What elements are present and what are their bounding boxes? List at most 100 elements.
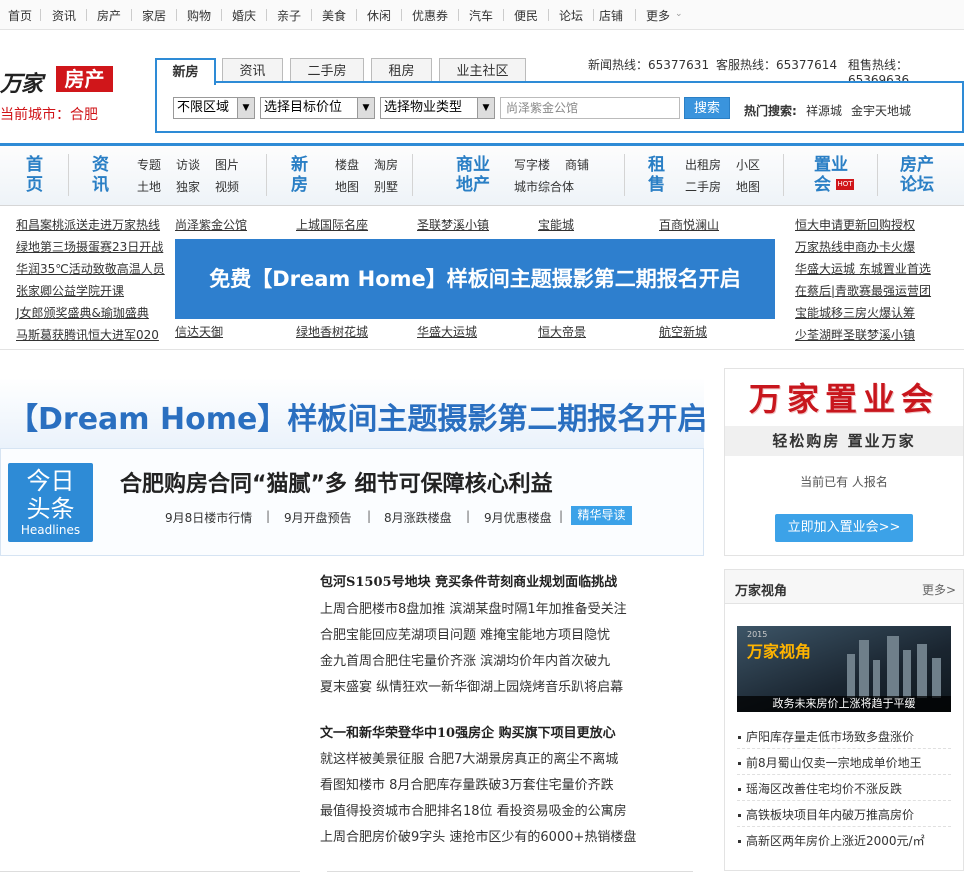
price-select[interactable]: 选择目标价位 ▼: [260, 97, 375, 119]
hot-search-link[interactable]: 金宇天地城: [851, 102, 911, 119]
channel-link[interactable]: 别墅: [374, 178, 398, 195]
channel-link[interactable]: 二手房: [685, 178, 721, 195]
divider: [624, 154, 625, 196]
topnav-item[interactable]: 婚庆: [232, 7, 256, 24]
channel-link[interactable]: 专题: [137, 156, 161, 173]
topnav-item[interactable]: 休闲: [367, 7, 391, 24]
channel-newhouse[interactable]: 新房: [291, 155, 308, 195]
news-link[interactable]: 少荃湖畔圣联梦溪小镇: [795, 326, 915, 343]
channel-commercial[interactable]: 商业 地产: [456, 155, 490, 195]
news-item[interactable]: 夏末盛宴 纵情狂欢一新华御湖上园烧烤音乐趴将启幕: [320, 676, 623, 695]
sub-headline-link[interactable]: 9月开盘预告: [284, 509, 352, 526]
news-link[interactable]: 和昌案桃派送走进万家热线: [16, 216, 160, 233]
news-item[interactable]: 就这样被美景征服 合肥7大湖景房真正的离尘不离城: [320, 748, 618, 767]
list-item[interactable]: 庐阳库存量走低市场致多盘涨价: [738, 728, 914, 745]
list-item[interactable]: 高铁板块项目年内破万推高房价: [738, 806, 914, 823]
project-link[interactable]: 上城国际名座: [296, 216, 368, 233]
news-item[interactable]: 上周合肥房价破9字头 速抢市区少有的6000+热销楼盘: [320, 826, 636, 845]
panel-title: 万家视角: [735, 584, 788, 599]
channel-newhouse-2: 房: [291, 175, 308, 195]
news-headline[interactable]: 文一和新华荣登华中10强房企 购买旗下项目更放心: [320, 722, 616, 741]
project-link[interactable]: 绿地香树花城: [296, 323, 368, 340]
project-link[interactable]: 航空新城: [659, 323, 707, 340]
channel-link[interactable]: 楼盘: [335, 156, 359, 173]
news-link[interactable]: J女郎颁奖盛典&瑜珈盛典: [16, 304, 149, 321]
list-item[interactable]: 瑶海区改善住宅均价不涨反跌: [738, 780, 902, 797]
site-logo[interactable]: 万家 房产: [0, 66, 113, 97]
project-link[interactable]: 恒大帝景: [538, 323, 586, 340]
topnav-more[interactable]: 更多: [646, 7, 670, 24]
channel-link[interactable]: 地图: [736, 178, 760, 195]
topnav-item[interactable]: 资讯: [52, 7, 76, 24]
hot-search-link[interactable]: 祥源城: [806, 102, 842, 119]
project-link[interactable]: 宝能城: [538, 216, 574, 233]
news-item[interactable]: 看图知楼市 8月合肥库存量跌破3万套住宅量价齐跌: [320, 774, 614, 793]
topnav-item[interactable]: 房产: [97, 7, 121, 24]
more-link[interactable]: 更多>: [922, 581, 956, 598]
news-item[interactable]: 金九首周合肥住宅量价齐涨 滨湖均价年内首次破九: [320, 650, 610, 669]
list-item[interactable]: 高新区两年房价上涨近2000元/㎡: [738, 832, 925, 849]
channel-link[interactable]: 淘房: [374, 156, 398, 173]
channel-rent-sale[interactable]: 租售: [648, 155, 665, 195]
tab-newhouse[interactable]: 新房: [155, 58, 216, 85]
topnav-item[interactable]: 亲子: [277, 7, 301, 24]
sub-headline-link[interactable]: 9月优惠楼盘: [484, 509, 552, 526]
current-city[interactable]: 当前城市：合肥: [0, 104, 98, 124]
news-headline[interactable]: 包河S1505号地块 竞买条件苛刻商业规划面临挑战: [320, 571, 617, 590]
project-link[interactable]: 圣联梦溪小镇: [417, 216, 489, 233]
property-type-select[interactable]: 选择物业类型 ▼: [380, 97, 495, 119]
channel-home[interactable]: 首页: [26, 155, 43, 195]
headlines-logo-en: Headlines: [20, 523, 81, 537]
channel-forum[interactable]: 房产 论坛: [900, 155, 934, 195]
main-headline[interactable]: 合肥购房合同“猫腻”多 细节可保障核心利益: [120, 466, 553, 498]
news-item[interactable]: 最值得投资城市合肥排名18位 看投资易吸金的公寓房: [320, 800, 627, 819]
news-link[interactable]: 绿地第三场摄蛋赛23日开战: [16, 238, 163, 255]
channel-link[interactable]: 访谈: [176, 156, 200, 173]
news-item[interactable]: 上周合肥楼市8盘加推 滨湖某盘时隔1年加推备受关注: [320, 598, 627, 617]
channel-link[interactable]: 地图: [335, 178, 359, 195]
news-link[interactable]: 华盛大运城 东城置业首选: [795, 260, 931, 277]
featured-reading-button[interactable]: 精华导读: [571, 506, 632, 525]
news-link[interactable]: 恒大申请更新回购授权: [795, 216, 915, 233]
news-link[interactable]: 万家热线申商办卡火爆: [795, 238, 915, 255]
channel-news[interactable]: 资讯: [92, 155, 109, 195]
channel-link[interactable]: 商铺: [565, 156, 589, 173]
search-input[interactable]: 尚泽紫金公馆: [500, 97, 680, 119]
channel-link[interactable]: 出租房: [685, 156, 721, 173]
topnav-item[interactable]: 汽车: [469, 7, 493, 24]
topnav-item[interactable]: 店铺: [599, 7, 623, 24]
promo-banner[interactable]: 免费【Dream Home】样板间主题摄影第二期报名开启: [175, 239, 775, 319]
sub-headline-link[interactable]: 8月涨跌楼盘: [384, 509, 452, 526]
news-link[interactable]: 华润35℃活动致敬高温人员: [16, 260, 165, 277]
channel-link[interactable]: 土地: [137, 178, 161, 195]
topnav-item[interactable]: 优惠券: [412, 7, 448, 24]
channel-link[interactable]: 城市综合体: [514, 178, 574, 195]
topnav-item[interactable]: 购物: [187, 7, 211, 24]
topnav-item[interactable]: 美食: [322, 7, 346, 24]
project-link[interactable]: 百商悦澜山: [659, 216, 719, 233]
channel-link[interactable]: 小区: [736, 156, 760, 173]
sub-headline-link[interactable]: 9月8日楼市行情: [165, 509, 252, 526]
project-link[interactable]: 华盛大运城: [417, 323, 477, 340]
dream-home-headline[interactable]: 【Dream Home】样板间主题摄影第二期报名开启: [0, 378, 707, 448]
topnav-item[interactable]: 家居: [142, 7, 166, 24]
news-link[interactable]: 在蔡后|青歌赛最强运营团: [795, 282, 931, 299]
news-link[interactable]: 张家卿公益学院开课: [16, 282, 124, 299]
topnav-item[interactable]: 论坛: [559, 7, 583, 24]
list-item[interactable]: 前8月蜀山仅卖一宗地成单价地王: [738, 754, 922, 771]
channel-link[interactable]: 写字楼: [514, 156, 550, 173]
topnav-item[interactable]: 首页: [8, 7, 32, 24]
channel-link[interactable]: 独家: [176, 178, 200, 195]
area-select[interactable]: 不限区域 ▼: [173, 97, 255, 119]
news-item[interactable]: 合肥宝能回应芜湖项目问题 难掩宝能地方项目隐忧: [320, 624, 610, 643]
join-zhiyehui-button[interactable]: 立即加入置业会>>: [775, 514, 913, 542]
perspective-image[interactable]: 2015 万家视角 政务未来房价上涨将趋于平缓: [737, 626, 951, 712]
news-link[interactable]: 马斯葛获腾讯恒大进军020: [16, 326, 159, 343]
project-link[interactable]: 尚泽紫金公馆: [175, 216, 247, 233]
channel-link[interactable]: 图片: [215, 156, 239, 173]
news-link[interactable]: 宝能城移三房火爆认筹: [795, 304, 915, 321]
channel-link[interactable]: 视频: [215, 178, 239, 195]
search-button[interactable]: 搜索: [684, 97, 730, 119]
topnav-item[interactable]: 便民: [514, 7, 538, 24]
project-link[interactable]: 信达天御: [175, 323, 223, 340]
